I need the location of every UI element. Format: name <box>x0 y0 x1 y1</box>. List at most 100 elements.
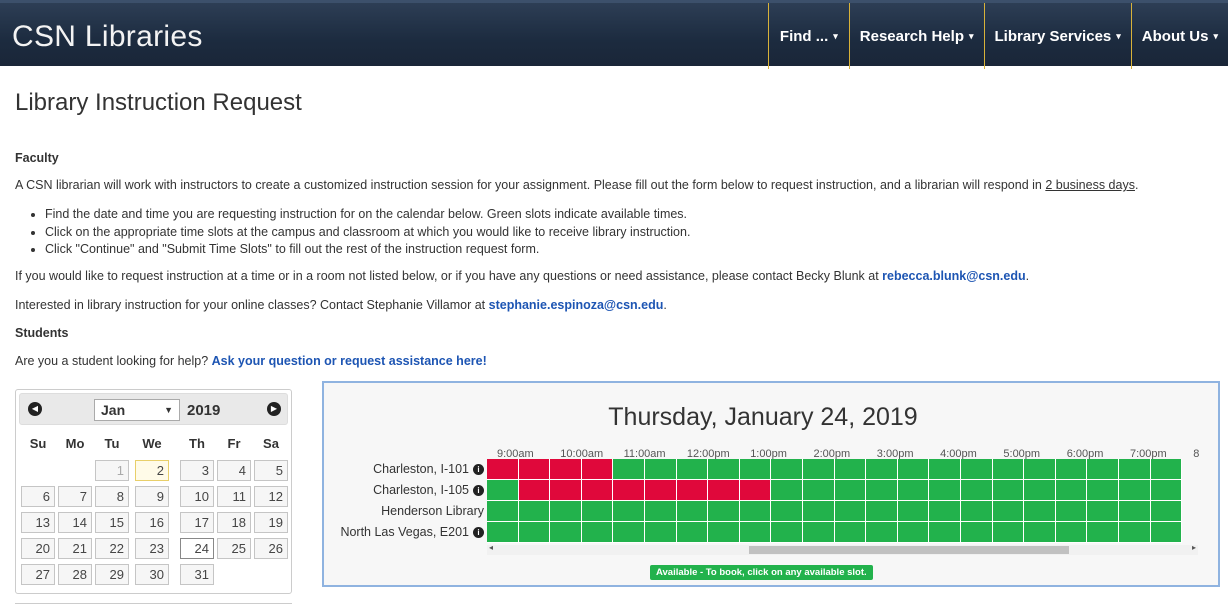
available-slot[interactable] <box>487 501 519 522</box>
available-slot[interactable] <box>929 501 961 522</box>
calendar-day[interactable]: 6 <box>21 486 55 507</box>
available-slot[interactable] <box>1055 522 1088 543</box>
calendar-day[interactable]: 19 <box>254 512 288 533</box>
scrollbar-thumb[interactable] <box>749 546 1069 554</box>
scroll-right-icon[interactable]: ▸ <box>1192 543 1196 552</box>
available-slot[interactable] <box>897 480 930 501</box>
available-slot[interactable] <box>645 501 677 522</box>
available-slot[interactable] <box>992 522 1025 543</box>
available-slot[interactable] <box>1024 459 1056 480</box>
available-slot[interactable] <box>866 522 898 543</box>
available-slot[interactable] <box>613 501 645 522</box>
calendar-day[interactable]: 2 <box>135 460 169 481</box>
site-brand[interactable]: CSN Libraries <box>12 20 203 54</box>
available-slot[interactable] <box>771 459 803 480</box>
stephanie-email-link[interactable]: stephanie.espinoza@csn.edu <box>489 298 664 312</box>
available-slot[interactable] <box>739 459 772 480</box>
available-slot[interactable] <box>1055 501 1088 522</box>
available-slot[interactable] <box>961 522 993 543</box>
available-slot[interactable] <box>487 480 519 501</box>
calendar-day[interactable]: 15 <box>95 512 129 533</box>
available-slot[interactable] <box>961 501 993 522</box>
available-slot[interactable] <box>803 459 835 480</box>
available-slot[interactable] <box>992 480 1025 501</box>
available-slot[interactable] <box>581 501 614 522</box>
available-slot[interactable] <box>961 480 993 501</box>
available-slot[interactable] <box>1024 480 1056 501</box>
available-slot[interactable] <box>992 501 1025 522</box>
calendar-day[interactable]: 3 <box>180 460 214 481</box>
available-slot[interactable] <box>676 501 709 522</box>
calendar-day[interactable]: 10 <box>180 486 214 507</box>
available-slot[interactable] <box>676 522 709 543</box>
info-icon[interactable]: i <box>473 527 484 539</box>
business-days-link[interactable]: 2 business days <box>1045 178 1135 192</box>
available-slot[interactable] <box>803 480 835 501</box>
nav-find[interactable]: Find ... ▾ <box>767 3 849 69</box>
available-slot[interactable] <box>1087 522 1119 543</box>
available-slot[interactable] <box>1087 480 1119 501</box>
available-slot[interactable] <box>550 522 582 543</box>
available-slot[interactable] <box>1150 480 1183 501</box>
available-slot[interactable] <box>771 501 803 522</box>
available-slot[interactable] <box>866 459 898 480</box>
available-slot[interactable] <box>803 522 835 543</box>
available-slot[interactable] <box>645 522 677 543</box>
calendar-day[interactable]: 20 <box>21 538 55 559</box>
available-slot[interactable] <box>1119 459 1151 480</box>
calendar-day[interactable]: 21 <box>58 538 92 559</box>
available-slot[interactable] <box>1055 459 1088 480</box>
rebecca-email-link[interactable]: rebecca.blunk@csn.edu <box>882 269 1026 283</box>
nav-library-services[interactable]: Library Services ▾ <box>983 3 1131 69</box>
available-slot[interactable] <box>676 459 709 480</box>
info-icon[interactable]: i <box>473 485 484 497</box>
calendar-day[interactable]: 13 <box>21 512 55 533</box>
available-slot[interactable] <box>487 522 519 543</box>
info-icon[interactable]: i <box>473 464 484 476</box>
available-slot[interactable] <box>1087 459 1119 480</box>
available-slot[interactable] <box>771 480 803 501</box>
calendar-day[interactable]: 25 <box>217 538 251 559</box>
available-slot[interactable] <box>739 522 772 543</box>
available-slot[interactable] <box>613 459 645 480</box>
calendar-day[interactable]: 24 <box>180 538 214 559</box>
available-slot[interactable] <box>1119 480 1151 501</box>
available-slot[interactable] <box>897 501 930 522</box>
calendar-day[interactable]: 22 <box>95 538 129 559</box>
available-slot[interactable] <box>834 459 867 480</box>
calendar-day[interactable]: 11 <box>217 486 251 507</box>
calendar-day[interactable]: 16 <box>135 512 169 533</box>
nav-research-help[interactable]: Research Help ▾ <box>848 3 984 69</box>
calendar-day[interactable]: 23 <box>135 538 169 559</box>
available-slot[interactable] <box>834 480 867 501</box>
calendar-day[interactable]: 8 <box>95 486 129 507</box>
available-slot[interactable] <box>1087 501 1119 522</box>
available-slot[interactable] <box>992 459 1025 480</box>
available-slot[interactable] <box>550 501 582 522</box>
available-slot[interactable] <box>613 522 645 543</box>
calendar-day[interactable]: 31 <box>180 564 214 585</box>
calendar-day[interactable]: 17 <box>180 512 214 533</box>
available-slot[interactable] <box>866 480 898 501</box>
available-slot[interactable] <box>1119 501 1151 522</box>
available-slot[interactable] <box>1150 501 1183 522</box>
available-slot[interactable] <box>897 522 930 543</box>
available-slot[interactable] <box>929 480 961 501</box>
available-slot[interactable] <box>708 459 740 480</box>
available-slot[interactable] <box>739 501 772 522</box>
available-slot[interactable] <box>1024 501 1056 522</box>
scroll-left-icon[interactable]: ◂ <box>489 543 493 552</box>
available-slot[interactable] <box>1150 522 1183 543</box>
calendar-day[interactable]: 30 <box>135 564 169 585</box>
available-slot[interactable] <box>581 522 614 543</box>
available-slot[interactable] <box>1119 522 1151 543</box>
ask-question-link[interactable]: Ask your question or request assistance … <box>212 354 487 368</box>
available-slot[interactable] <box>897 459 930 480</box>
available-slot[interactable] <box>518 522 551 543</box>
calendar-day[interactable]: 29 <box>95 564 129 585</box>
available-slot[interactable] <box>708 522 740 543</box>
calendar-day[interactable]: 18 <box>217 512 251 533</box>
available-slot[interactable] <box>518 501 551 522</box>
available-slot[interactable] <box>645 459 677 480</box>
available-slot[interactable] <box>834 501 867 522</box>
